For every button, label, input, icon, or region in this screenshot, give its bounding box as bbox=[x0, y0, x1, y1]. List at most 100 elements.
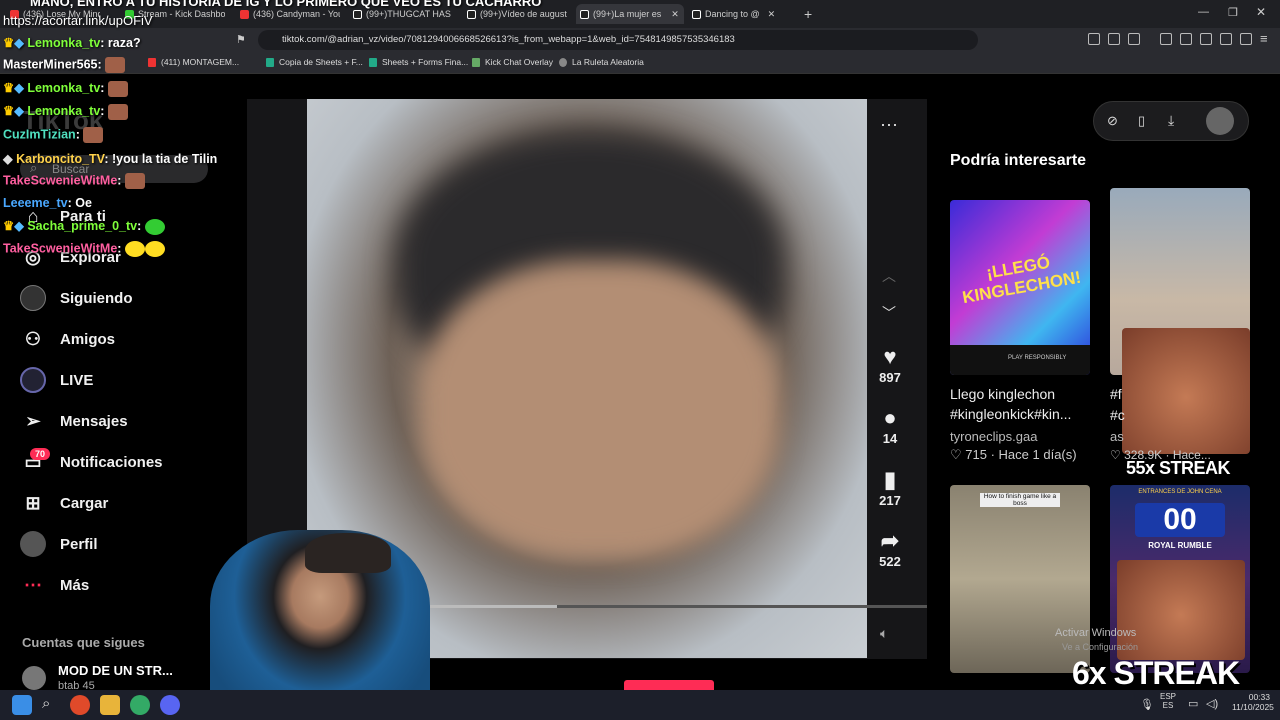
stream-link: https://acortar.link/upOFiV bbox=[3, 13, 153, 28]
like-button[interactable]: ♥ 897 bbox=[876, 344, 904, 385]
comment-button[interactable]: ● 14 bbox=[876, 405, 904, 446]
card-author[interactable]: as bbox=[1110, 427, 1124, 447]
crown-icon: ♛ bbox=[3, 104, 15, 118]
share-button[interactable]: ➦ 522 bbox=[876, 528, 904, 569]
bookmark-label: La Ruleta Aleatoria bbox=[572, 57, 644, 67]
music-icon[interactable] bbox=[1160, 33, 1172, 45]
stream-banner: MANO, ENTRO A TU HISTORIA DE IG Y LO PRI… bbox=[30, 0, 542, 9]
close-window-button[interactable]: ✕ bbox=[1256, 5, 1266, 19]
bookmark-5[interactable]: La Ruleta Aleatoria bbox=[559, 57, 644, 67]
sidebar-item-perfil[interactable]: Perfil bbox=[20, 531, 98, 557]
sidebar-item-live[interactable]: LIVE bbox=[20, 367, 93, 393]
download-icon[interactable]: ⤓ bbox=[1168, 112, 1174, 129]
minimize-button[interactable]: — bbox=[1198, 6, 1209, 18]
chat-message: ♛◆ Lemonka_tv: bbox=[3, 103, 128, 120]
bookmark-1[interactable]: (411) MONTAGEM... bbox=[148, 57, 239, 67]
shield-icon[interactable] bbox=[1240, 33, 1252, 45]
avatar[interactable] bbox=[22, 666, 46, 690]
menu-icon[interactable]: ≡ bbox=[1260, 31, 1268, 46]
tiktok-icon bbox=[580, 9, 589, 19]
brave-icon[interactable] bbox=[70, 695, 90, 715]
chat-text: !you la tia de Tilin bbox=[108, 152, 218, 166]
tiktok-icon bbox=[353, 9, 362, 19]
more-options-icon[interactable]: ⋯ bbox=[880, 115, 898, 136]
emote-icon bbox=[105, 57, 126, 73]
bookmark-icon[interactable]: ⚑ bbox=[236, 33, 246, 46]
diamond-icon: ◆ bbox=[3, 152, 13, 166]
clock[interactable]: 00:33 11/10/2025 bbox=[1232, 692, 1274, 712]
chat-user: Leeeme_tv bbox=[3, 196, 68, 210]
chat-user: Sacha_prime_0_tv bbox=[27, 219, 138, 233]
card-time: Hace... bbox=[1172, 448, 1211, 462]
folder-icon[interactable] bbox=[100, 695, 120, 715]
diamond-icon: ◆ bbox=[14, 81, 24, 95]
sidebar-item-siguiendo[interactable]: Siguiendo bbox=[20, 285, 133, 311]
emote-icon bbox=[107, 103, 128, 120]
card-time: Hace 1 día(s) bbox=[998, 447, 1077, 462]
volume-icon[interactable]: 🔈︎ bbox=[880, 625, 888, 642]
bookmark-label: Sheets + Forms Fina... bbox=[382, 57, 469, 67]
extension-icon[interactable] bbox=[1128, 33, 1140, 45]
wallet-icon[interactable] bbox=[1200, 33, 1212, 45]
plus-square-icon: ⊞ bbox=[25, 492, 41, 513]
sidebar-item-mensajes[interactable]: ➢ Mensajes bbox=[20, 408, 128, 434]
network-icon[interactable]: ▭ bbox=[1188, 697, 1198, 710]
crown-icon: ♛ bbox=[3, 81, 15, 95]
youtube-icon bbox=[240, 9, 249, 19]
extension-icon[interactable] bbox=[1108, 33, 1120, 45]
bookmark-3[interactable]: Sheets + Forms Fina... bbox=[369, 57, 468, 67]
chat-message: ♛◆ Lemonka_tv: raza? bbox=[3, 36, 141, 50]
new-tab-button[interactable]: + bbox=[804, 6, 812, 22]
chevron-up-icon[interactable]: ︿ bbox=[882, 266, 896, 286]
avatar[interactable] bbox=[1206, 107, 1234, 135]
chat-message: Leeeme_tv: Oe bbox=[3, 196, 92, 210]
maximize-button[interactable]: ❐ bbox=[1228, 6, 1238, 19]
coin-icon[interactable]: ⊘ bbox=[1107, 113, 1118, 129]
card-author[interactable]: tyroneclips.gaa bbox=[950, 427, 1037, 447]
discord-icon[interactable] bbox=[160, 695, 180, 715]
chat-message: TakeScwenieWitMe: bbox=[3, 241, 165, 257]
emote-icon bbox=[83, 127, 104, 143]
card-title[interactable]: Llego kinglechon #kingleonkick#kin... bbox=[950, 384, 1090, 424]
bookmark-4[interactable]: Kick Chat Overlay bbox=[472, 57, 553, 67]
windows-start-icon[interactable] bbox=[12, 695, 32, 715]
tab-active[interactable]: (99+)La mujer es ✕ bbox=[576, 4, 684, 24]
bookmark-2[interactable]: Copia de Sheets + F... bbox=[266, 57, 363, 67]
download-icon[interactable] bbox=[1220, 33, 1232, 45]
following-name[interactable]: MOD DE UN STR... bbox=[58, 663, 173, 678]
chat-text: raza? bbox=[104, 36, 141, 50]
card-title[interactable]: #f bbox=[1110, 384, 1122, 404]
chevron-down-icon[interactable]: ﹀ bbox=[882, 303, 896, 323]
sidebar-item-label: Amigos bbox=[60, 330, 116, 348]
avatar-icon bbox=[20, 285, 46, 311]
crown-icon: ♛ bbox=[3, 36, 15, 50]
sidebar-item-label: Mensajes bbox=[60, 412, 128, 430]
sidebar-icon[interactable] bbox=[1180, 33, 1192, 45]
tab-7[interactable]: Dancing to @ ✕ bbox=[692, 4, 792, 24]
sidebar-item-cargar[interactable]: ⊞ Cargar bbox=[20, 490, 108, 516]
emote-icon bbox=[124, 241, 145, 257]
video-content bbox=[420, 260, 780, 560]
close-icon[interactable]: ✕ bbox=[671, 9, 679, 20]
video-thumbnail[interactable]: ¡LLEGÓ KINGLECHON! PLAY RESPONSIBLY bbox=[950, 200, 1090, 375]
save-button[interactable]: ▮ 217 bbox=[876, 467, 904, 508]
lang-sub: ES bbox=[1162, 701, 1174, 710]
bookmark-label: Kick Chat Overlay bbox=[485, 57, 554, 67]
get-app-button[interactable] bbox=[624, 680, 714, 690]
mobile-icon[interactable]: ▯ bbox=[1138, 113, 1145, 129]
card-meta: ♡ 715 · Hace 1 día(s) bbox=[950, 447, 1077, 462]
close-icon[interactable]: ✕ bbox=[768, 9, 776, 20]
card-title-text: Llego kinglechon #kingleonkick#kin... bbox=[950, 386, 1072, 422]
chat-user: Lemonka_tv bbox=[27, 36, 101, 50]
sidebar-item-amigos[interactable]: ⚇ Amigos bbox=[20, 326, 115, 352]
bookmark-label: (411) MONTAGEM... bbox=[161, 57, 240, 67]
taskbar bbox=[0, 690, 1280, 720]
mic-icon[interactable]: 🎙︎ bbox=[1140, 698, 1154, 711]
extension-icon[interactable] bbox=[1088, 33, 1100, 45]
volume-icon[interactable]: ◁) bbox=[1206, 697, 1218, 710]
language-indicator[interactable]: ESP ES bbox=[1160, 692, 1176, 710]
address-bar[interactable]: tiktok.com/@adrian_vz/video/708129400666… bbox=[258, 30, 978, 50]
app-icon[interactable] bbox=[130, 695, 150, 715]
sidebar-item-mas[interactable]: ⋯ Más bbox=[20, 572, 89, 598]
search-icon[interactable]: ⌕ bbox=[42, 695, 50, 712]
